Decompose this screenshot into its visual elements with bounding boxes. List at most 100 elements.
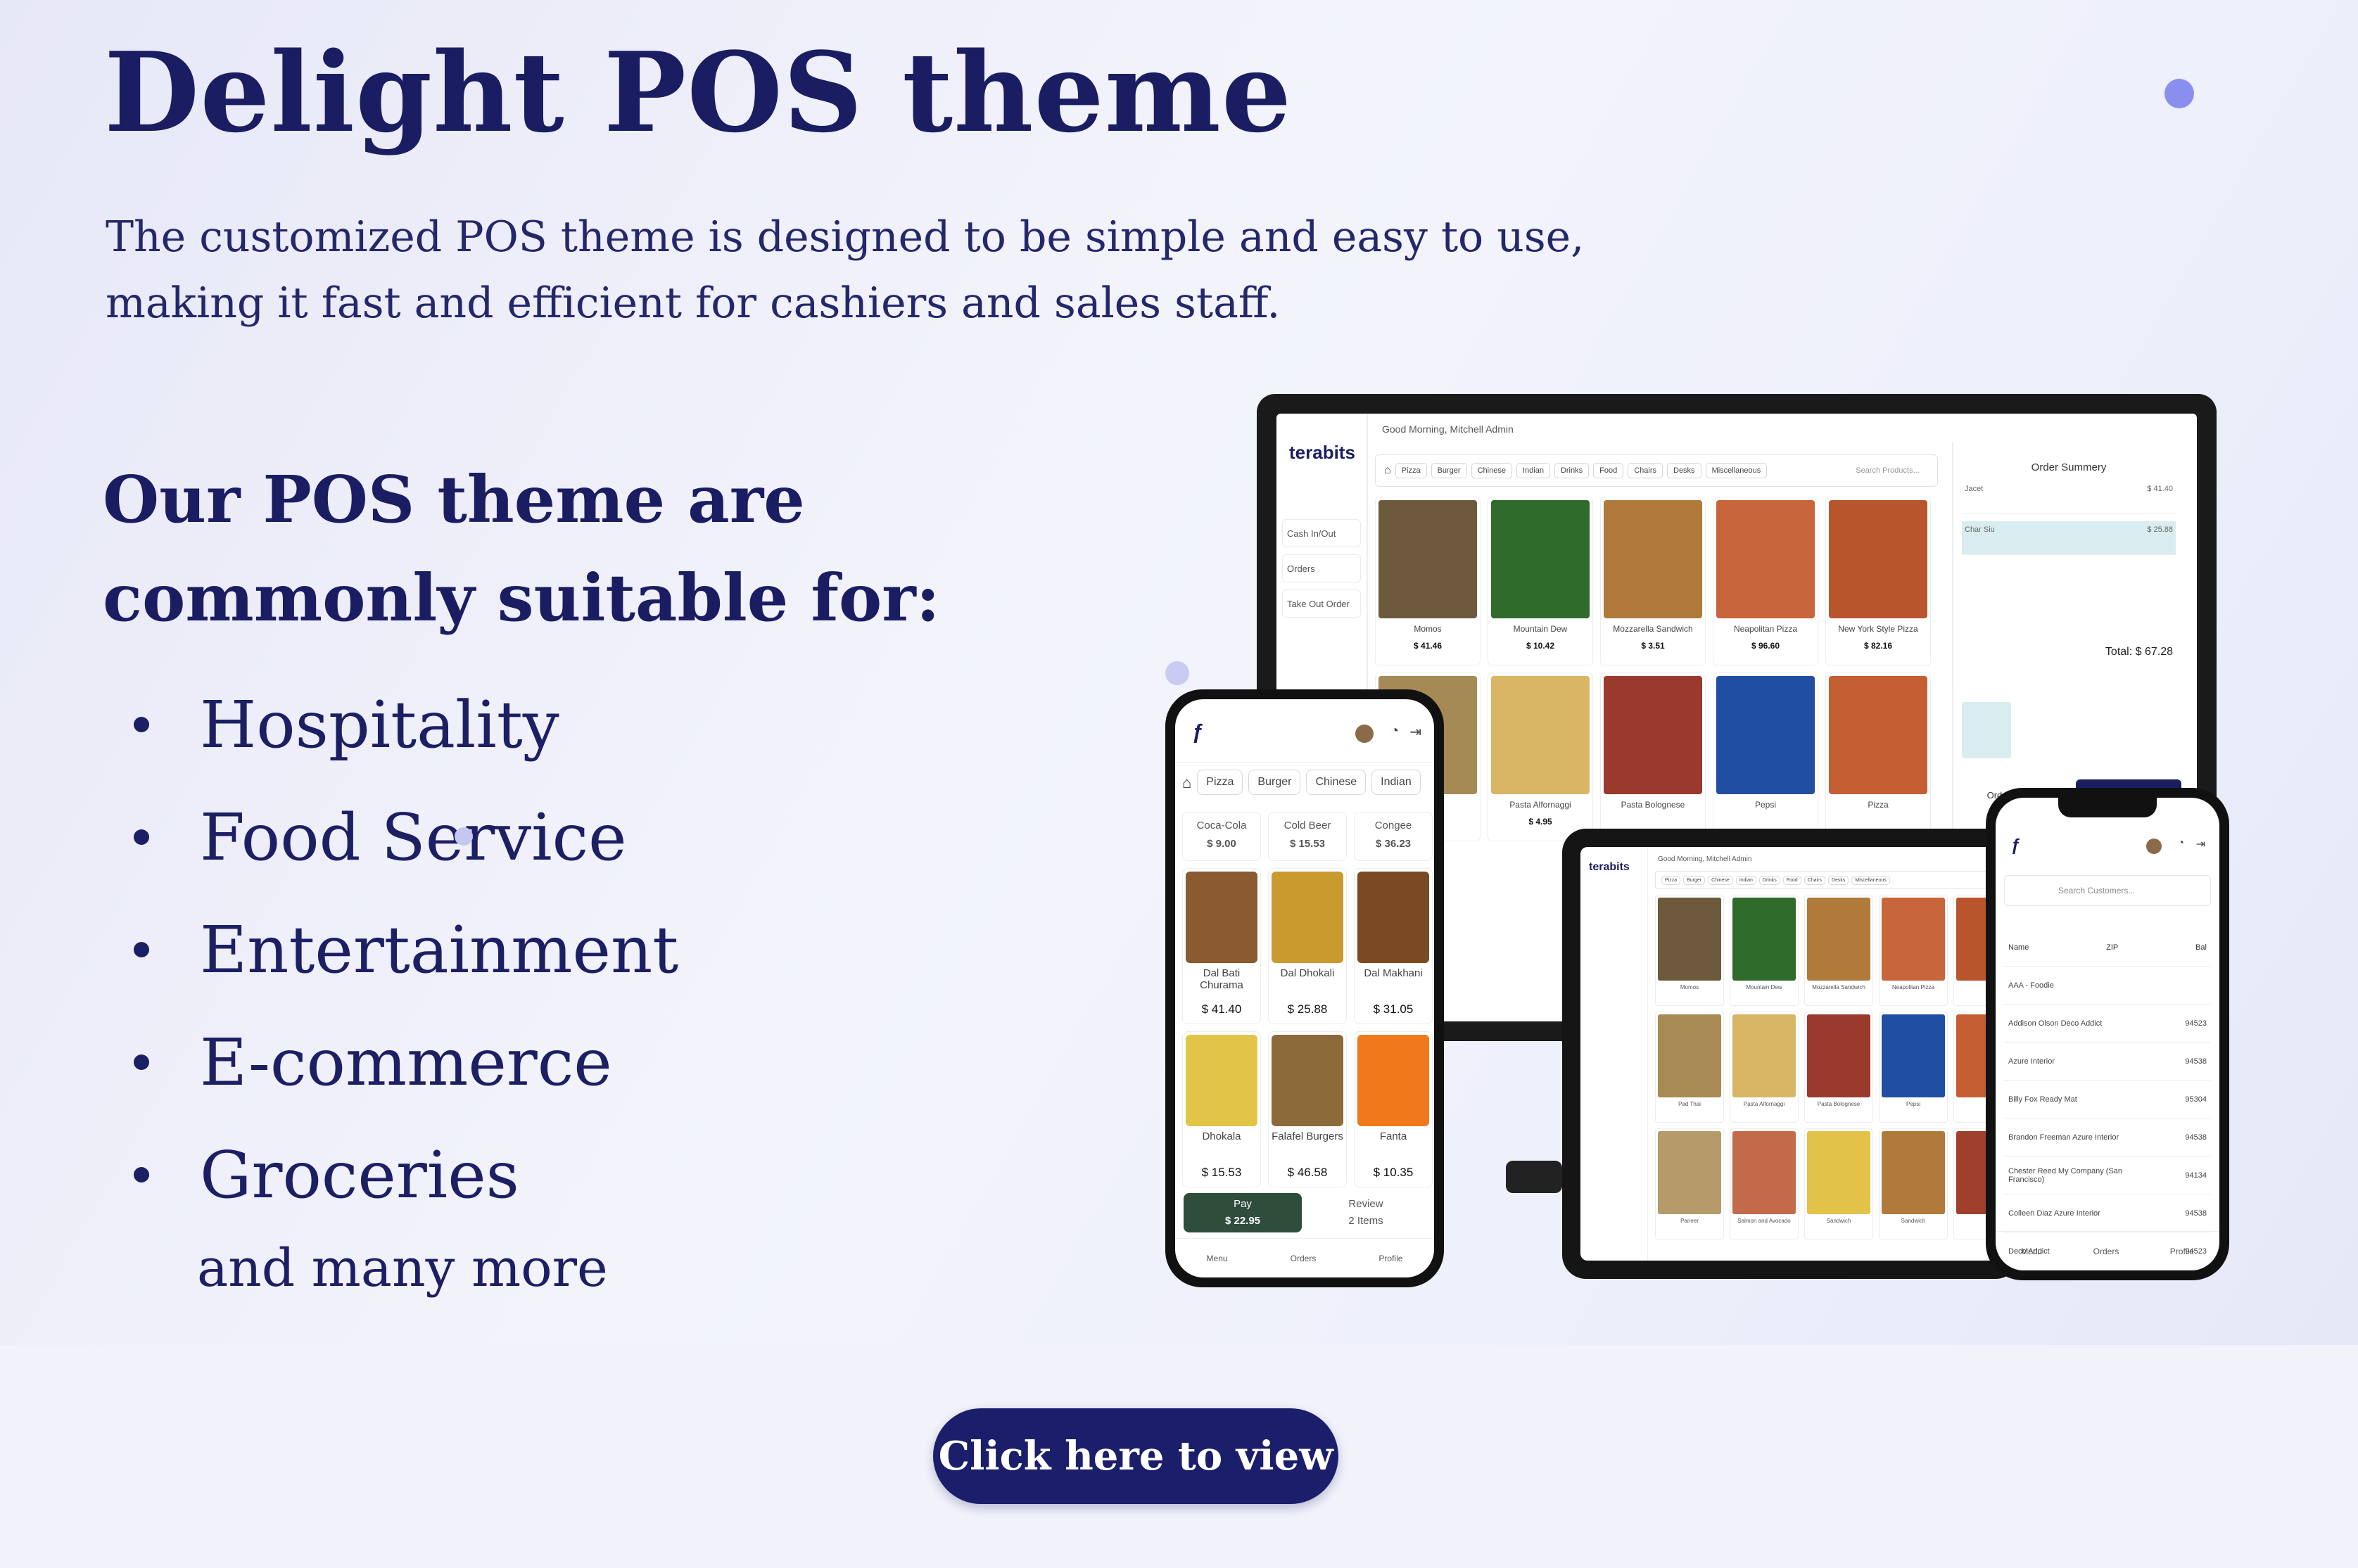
column-header-name: Name [2008,943,2029,952]
category-chip[interactable]: Burger [1431,463,1467,478]
nav-orders[interactable]: Orders [2093,1247,2119,1256]
product-card[interactable]: Momos $ 41.46 [1375,497,1481,665]
nav-profile[interactable]: Profile [1378,1254,1402,1263]
search-products-input[interactable]: Search Products... [1856,466,1920,475]
category-chip[interactable]: Pizza [1661,875,1681,885]
product-card[interactable]: Pasta Bolognese [1804,1012,1873,1123]
product-card[interactable]: Coca-Cola $ 9.00 [1182,812,1261,861]
summary-line-selected[interactable]: Char Siu $ 25.88 [1962,521,2176,555]
product-card[interactable]: Congee $ 36.23 [1354,812,1433,861]
category-chip[interactable]: Pizza [1197,770,1243,795]
product-card[interactable]: Falafel Burgers $ 46.58 [1268,1031,1347,1187]
table-row[interactable]: Chester Reed My Company (San Francisco) 9… [2004,1156,2211,1194]
category-chip[interactable]: Burger [1683,875,1706,885]
nav-menu[interactable]: Menu [1207,1254,1228,1263]
table-row[interactable]: Addison Olson Deco Addict 94523 [2004,1005,2211,1043]
product-card[interactable]: Pasta Alfornaggi [1730,1012,1799,1123]
product-price: $ 15.53 [1201,1166,1242,1179]
nav-orders[interactable]: Orders [1291,1254,1317,1263]
search-customers-input[interactable]: Search Customers... [2004,875,2211,906]
product-image [1807,1014,1870,1097]
category-chip[interactable]: Drinks [1758,875,1780,885]
list-item: E-commerce [134,1006,678,1118]
product-image [1378,500,1477,618]
phone-left-screen: ƒ ◔ ⇥ ⌂ Pizza Burger Chinese Indian Coca… [1175,699,1434,1277]
home-icon[interactable]: ⌂ [1182,770,1191,795]
product-image [1186,872,1257,963]
product-card[interactable]: Mozzarella Sandwich [1804,895,1873,1006]
category-chip[interactable]: Food [1593,463,1624,478]
product-card[interactable]: Cold Beer $ 15.53 [1268,812,1347,861]
product-image [1491,676,1590,794]
greeting-text: Good Morning, Mitchell Admin [1382,423,1514,435]
product-card[interactable]: Fanta $ 10.35 [1354,1031,1433,1187]
table-row[interactable]: AAA - Foodie [2004,967,2211,1005]
product-card[interactable]: Pad Thai [1655,1012,1724,1123]
table-row[interactable]: Azure Interior 94538 [2004,1043,2211,1081]
nav-profile[interactable]: Profile [2170,1247,2194,1256]
product-card[interactable]: Dal Bati Churama $ 41.40 [1182,868,1261,1024]
category-chip[interactable]: Drinks [1554,463,1590,478]
category-chip[interactable]: Chinese [1708,875,1733,885]
product-image [1658,1014,1721,1097]
category-chip[interactable]: Miscellaneous [1851,875,1890,885]
sidebar-item-takeout[interactable]: Take Out Order [1282,589,1361,618]
wifi-icon: ◔ [2177,837,2184,849]
product-image [1807,898,1870,981]
product-name: Fanta [1379,1130,1407,1142]
logout-icon[interactable]: ⇥ [1409,723,1421,741]
category-chip[interactable]: Chairs [1804,875,1825,885]
logout-icon[interactable]: ⇥ [2196,837,2205,851]
product-card[interactable]: Pepsi [1713,673,1818,841]
table-row[interactable]: Billy Fox Ready Mat 95304 [2004,1081,2211,1118]
product-image [1658,898,1721,981]
review-button[interactable]: Review 2 Items [1313,1193,1419,1232]
product-card[interactable]: Pasta Bolognese [1600,673,1706,841]
category-chip[interactable]: Desks [1667,463,1701,478]
nav-menu[interactable]: Menu [2021,1247,2042,1256]
product-card[interactable]: Paneer [1655,1128,1724,1239]
product-card[interactable]: Salmon and Avocado [1730,1128,1799,1239]
category-chip[interactable]: Chinese [1471,463,1512,478]
category-chip[interactable]: Desks [1827,875,1849,885]
table-row[interactable]: Colleen Diaz Azure Interior 94538 [2004,1194,2211,1232]
pay-button[interactable]: Pay $ 22.95 [1184,1193,1302,1232]
category-chip[interactable]: Burger [1248,770,1301,795]
view-button[interactable]: Click here to view [933,1408,1338,1504]
home-icon[interactable]: ⌂ [1384,464,1391,477]
product-card[interactable]: Momos [1655,895,1724,1006]
product-card[interactable]: Pasta Alfornaggi $ 4.95 [1488,673,1593,841]
category-chip[interactable]: Chinese [1306,770,1367,795]
summary-line-name: Char Siu [1965,525,1995,534]
product-card[interactable]: Dal Makhani $ 31.05 [1354,868,1433,1024]
table-row[interactable]: Brandon Freeman Azure Interior 94538 [2004,1118,2211,1156]
product-card[interactable]: Mountain Dew [1730,895,1799,1006]
sidebar-item-cash[interactable]: Cash In/Out [1282,519,1361,547]
category-chip[interactable]: Indian [1371,770,1421,795]
product-card[interactable]: Pizza [1825,673,1931,841]
category-chip[interactable]: Pizza [1395,463,1427,478]
category-chip[interactable]: Chairs [1628,463,1663,478]
product-card[interactable]: Dhokala $ 15.53 [1182,1031,1261,1187]
category-chip[interactable]: Indian [1735,875,1756,885]
sidebar-item-orders[interactable]: Orders [1282,554,1361,582]
product-card[interactable]: Neapolitan Pizza [1879,895,1948,1006]
category-chip[interactable]: Indian [1516,463,1550,478]
product-name: Pasta Bolognese [1817,1101,1861,1107]
product-card[interactable]: Neapolitan Pizza $ 96.60 [1713,497,1818,665]
product-card[interactable]: Sandwich [1804,1128,1873,1239]
product-card[interactable]: Mountain Dew $ 10.42 [1488,497,1593,665]
category-chip[interactable]: Food [1782,875,1801,885]
avatar[interactable] [2146,839,2162,854]
category-chip[interactable]: Miscellaneous [1705,463,1768,478]
product-card[interactable]: New York Style Pizza $ 82.16 [1825,497,1931,665]
product-card[interactable]: Mozzarella Sandwich $ 3.51 [1600,497,1706,665]
customer-name: Billy Fox Ready Mat [2008,1095,2077,1104]
product-card[interactable]: Dal Dhokali $ 25.88 [1268,868,1347,1024]
product-card[interactable]: Sandwich [1879,1128,1948,1239]
summary-line[interactable]: Jacet $ 41.40 [1962,480,2176,514]
product-grid: Momos Mountain Dew Mozzarella Sandwich Neap… [1655,895,2001,1239]
bullet-icon [134,717,149,732]
product-card[interactable]: Pepsi [1879,1012,1948,1123]
avatar[interactable] [1355,725,1374,743]
